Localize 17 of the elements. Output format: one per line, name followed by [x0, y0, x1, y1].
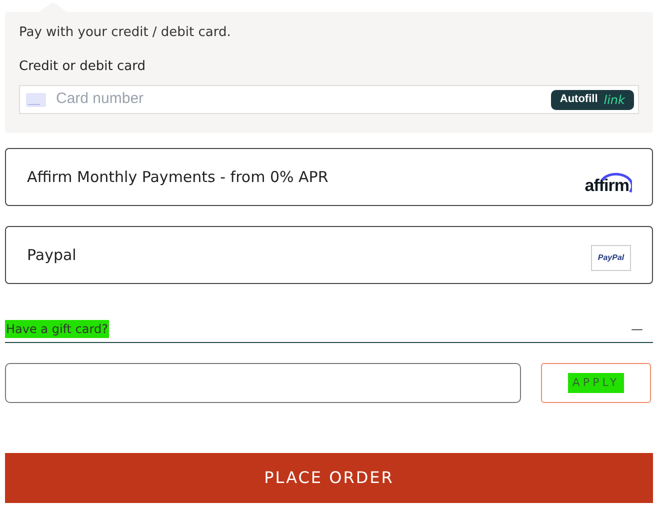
gift-card-label: Have a gift card?: [5, 320, 109, 338]
collapse-icon: —: [631, 320, 643, 338]
option-label: Paypal: [27, 244, 76, 266]
payment-option[interactable]: Affirm Monthly Payments - from 0% APR affirm: [5, 148, 653, 206]
gift-card-toggle[interactable]: Have a gift card? —: [5, 317, 653, 343]
paypal-logo: PayPal: [591, 245, 631, 271]
field-label: Credit or debit card: [19, 59, 146, 75]
intro-text: Pay with your credit / debit card.: [19, 25, 232, 41]
place-order-button[interactable]: PLACE ORDER: [5, 453, 653, 503]
gift-card-field[interactable]: [5, 363, 521, 403]
apply-button[interactable]: APPLY: [541, 363, 651, 403]
card-icon: [26, 92, 46, 106]
option-label: Affirm Monthly Payments - from 0% APR: [27, 166, 328, 188]
card-number-field[interactable]: Card number Autofill link: [19, 85, 639, 114]
affirm-logo: affirm: [584, 168, 632, 196]
payment-option[interactable]: Paypal PayPal: [5, 226, 653, 284]
autofill-button[interactable]: Autofill link: [550, 90, 634, 110]
